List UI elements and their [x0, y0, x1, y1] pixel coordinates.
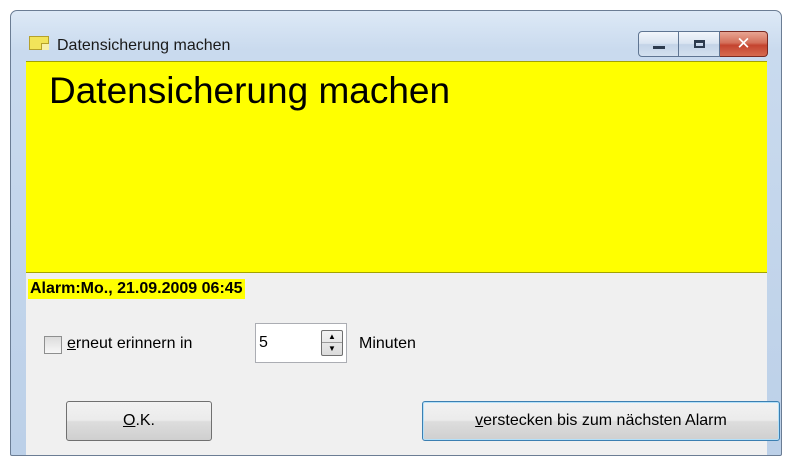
maximize-icon: [693, 40, 705, 48]
spin-down-arrow-icon[interactable]: ▼: [322, 343, 342, 355]
alarm-time-label: Alarm:Mo., 21.09.2009 06:45: [28, 279, 245, 299]
minutes-spin-buttons: ▲ ▼: [321, 330, 343, 356]
minutes-spinner: ▲ ▼: [255, 323, 347, 363]
close-icon: ✕: [736, 33, 751, 54]
note-text: Datensicherung machen: [49, 70, 451, 111]
ok-mnemonic: O: [122, 412, 136, 429]
reminder-window: Datensicherung machen ✕ Datensicherung m…: [10, 10, 782, 456]
window-controls: ✕: [638, 31, 768, 57]
remind-again-label-text: rneut erinnern in: [75, 335, 193, 352]
minutes-input[interactable]: [259, 332, 309, 354]
title-bar[interactable]: Datensicherung machen ✕: [11, 11, 781, 57]
spin-up-arrow-icon[interactable]: ▲: [322, 331, 342, 343]
note-app-icon: [29, 36, 49, 50]
minutes-unit-label: Minuten: [359, 335, 416, 352]
note-text-area[interactable]: Datensicherung machen: [26, 61, 767, 273]
remind-again-checkbox[interactable]: [44, 336, 62, 354]
hide-until-next-alarm-button[interactable]: v erstecken bis zum nächsten Alarm: [422, 401, 780, 441]
close-button[interactable]: ✕: [720, 31, 768, 57]
hide-label: erstecken bis zum nächsten Alarm: [483, 412, 727, 429]
minimize-icon: [652, 46, 665, 49]
hide-mnemonic: v: [475, 412, 484, 429]
reminder-controls-panel: Alarm:Mo., 21.09.2009 06:45 erneut erinn…: [26, 273, 780, 455]
window-title: Datensicherung machen: [57, 37, 231, 54]
ok-button[interactable]: O .K.: [66, 401, 212, 441]
remind-again-label[interactable]: erneut erinnern in: [67, 335, 192, 353]
minimize-button[interactable]: [638, 31, 679, 57]
ok-label: .K.: [135, 412, 155, 429]
maximize-button[interactable]: [679, 31, 720, 57]
remind-again-mnemonic: e: [67, 335, 76, 352]
